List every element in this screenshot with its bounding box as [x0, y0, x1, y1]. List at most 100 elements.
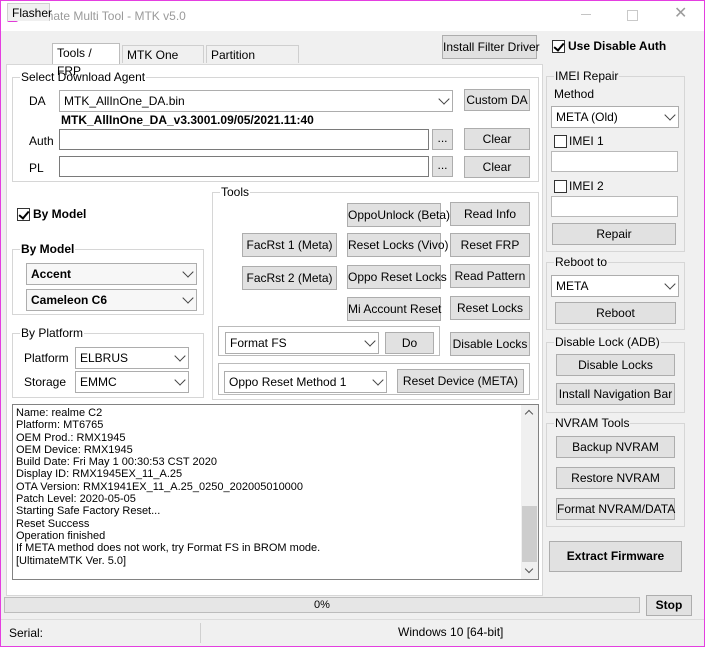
- da-select[interactable]: MTK_AllInOne_DA.bin: [59, 90, 453, 112]
- tools-frp-page: Select Download Agent DA MTK_AllInOne_DA…: [6, 64, 543, 596]
- nvram-tools-group: NVRAM Tools Backup NVRAM Restore NVRAM F…: [546, 416, 685, 527]
- oppo-unlock-beta-button[interactable]: OppoUnlock (Beta): [347, 203, 450, 227]
- imei-1-checkbox[interactable]: [554, 135, 567, 148]
- imei-repair-group: IMEI Repair Method META (Old) IMEI 1 IME…: [546, 69, 685, 252]
- model-select[interactable]: Cameleon C6: [26, 289, 197, 311]
- log-line: OEM Device: RMX1945: [16, 443, 133, 456]
- format-fs-box: Format FS Do: [218, 326, 440, 356]
- oppo-reset-locks-button[interactable]: Oppo Reset Locks: [347, 265, 447, 289]
- pl-input[interactable]: [59, 156, 429, 177]
- scroll-down-icon[interactable]: [524, 564, 534, 574]
- backup-nvram-button[interactable]: Backup NVRAM: [556, 436, 675, 458]
- reboot-to-group: Reboot to META Reboot: [546, 255, 685, 330]
- do-button[interactable]: Do: [385, 332, 434, 354]
- disable-locks-tools-button[interactable]: Disable Locks: [450, 332, 530, 356]
- tab-flasher[interactable]: Flasher: [7, 3, 52, 21]
- repair-button[interactable]: Repair: [552, 223, 676, 245]
- da-info: MTK_AllInOne_DA_v3.3001.09/05/2021.11:40: [61, 113, 314, 127]
- reboot-button[interactable]: Reboot: [555, 302, 676, 324]
- maximize-icon[interactable]: [627, 10, 638, 21]
- da-label: DA: [29, 94, 46, 108]
- log-output[interactable]: Name: realme C2 Platform: MT6765 OEM Pro…: [12, 404, 539, 580]
- chevron-down-icon: [182, 292, 194, 304]
- status-divider: [200, 623, 201, 643]
- imei-2-checkbox[interactable]: [554, 180, 567, 193]
- chevron-down-icon: [438, 93, 450, 105]
- log-line: Display ID: RMX1945EX_11_A.25: [16, 468, 183, 481]
- status-bar: Serial: Windows 10 [64-bit]: [1, 619, 704, 646]
- imei-1-input[interactable]: [551, 151, 678, 172]
- by-model-checkbox[interactable]: [17, 208, 30, 221]
- facrst-1-meta-button[interactable]: FacRst 1 (Meta): [242, 233, 337, 257]
- chevron-down-icon: [364, 335, 376, 347]
- oppo-reset-box: Oppo Reset Method 1 Reset Device (META): [218, 363, 530, 395]
- platform-label: Platform: [24, 351, 69, 365]
- os-info: Windows 10 [64-bit]: [398, 625, 504, 639]
- platform-select[interactable]: ELBRUS: [75, 347, 189, 369]
- install-filter-driver-button[interactable]: Install Filter Driver: [442, 35, 540, 59]
- title-bar: Ultimate Multi Tool - MTK v5.0 ✕: [1, 1, 704, 31]
- imei-method-select[interactable]: META (Old): [551, 106, 679, 128]
- tab-partition-manager[interactable]: Partition Manager: [206, 45, 299, 80]
- pl-label: PL: [29, 161, 44, 175]
- imei-2-input[interactable]: [551, 196, 678, 217]
- reboot-mode-select[interactable]: META: [551, 275, 679, 297]
- disable-lock-adb-legend: Disable Lock (ADB): [554, 335, 661, 349]
- reset-device-meta-button[interactable]: Reset Device (META): [397, 369, 524, 393]
- scrollbar-thumb[interactable]: [522, 506, 537, 562]
- disable-lock-adb-group: Disable Lock (ADB) Disable Locks Install…: [546, 335, 685, 413]
- minimize-icon[interactable]: [581, 14, 591, 15]
- by-model-checkbox-label: By Model: [33, 207, 87, 221]
- extract-firmware-button[interactable]: Extract Firmware: [549, 541, 682, 572]
- chevron-down-icon: [372, 374, 384, 386]
- log-line: If META method does not work, try Format…: [16, 542, 321, 555]
- mi-account-reset-button[interactable]: Mi Account Reset: [347, 297, 441, 321]
- install-navigation-bar-button[interactable]: Install Navigation Bar: [556, 383, 675, 405]
- chevron-down-icon: [174, 374, 186, 386]
- auth-browse-button[interactable]: ...: [432, 129, 453, 150]
- log-line: [UltimateMTK Ver. 5.0]: [16, 554, 127, 567]
- read-info-button[interactable]: Read Info: [450, 202, 530, 226]
- restore-nvram-button[interactable]: Restore NVRAM: [556, 467, 675, 489]
- by-model-legend: By Model: [20, 242, 76, 256]
- use-disable-auth-checkbox[interactable]: [552, 40, 565, 53]
- auth-clear-button[interactable]: Clear: [464, 128, 530, 150]
- imei-repair-legend: IMEI Repair: [554, 69, 620, 83]
- nvram-tools-legend: NVRAM Tools: [554, 416, 631, 430]
- serial-label: Serial:: [9, 626, 44, 640]
- log-line: Starting Safe Factory Reset...: [16, 505, 161, 518]
- stop-button[interactable]: Stop: [646, 595, 692, 616]
- disable-locks-adb-button[interactable]: Disable Locks: [556, 354, 675, 376]
- log-lines: Name: realme C2 Platform: MT6765 OEM Pro…: [16, 407, 521, 567]
- reset-frp-button[interactable]: Reset FRP: [450, 233, 530, 257]
- facrst-2-meta-button[interactable]: FacRst 2 (Meta): [242, 266, 337, 290]
- log-scrollbar[interactable]: [521, 405, 538, 579]
- pl-browse-button[interactable]: ...: [432, 156, 453, 177]
- reboot-to-legend: Reboot to: [554, 255, 609, 269]
- read-pattern-button[interactable]: Read Pattern: [450, 264, 530, 288]
- format-fs-select[interactable]: Format FS: [225, 332, 379, 354]
- reset-locks-vivo-button[interactable]: Reset Locks (Vivo): [347, 233, 448, 257]
- log-line: Platform: MT6765: [16, 419, 104, 432]
- storage-label: Storage: [24, 375, 67, 389]
- custom-da-button[interactable]: Custom DA: [464, 89, 530, 111]
- scroll-up-icon[interactable]: [524, 409, 534, 419]
- log-line: OEM Prod.: RMX1945: [16, 431, 126, 444]
- tab-tools-frp[interactable]: Tools / FRP: [52, 43, 120, 78]
- format-nvram-data-button[interactable]: Format NVRAM/DATA: [556, 498, 675, 520]
- by-platform-legend: By Platform: [20, 326, 85, 340]
- by-model-group: By Model Accent Cameleon C6: [12, 242, 204, 315]
- reset-locks-button[interactable]: Reset Locks: [450, 296, 530, 320]
- brand-select[interactable]: Accent: [26, 263, 197, 285]
- app-window: Ultimate Multi Tool - MTK v5.0 ✕ Flasher…: [0, 0, 705, 647]
- log-line: OTA Version: RMX1941EX_11_A.25_0250_2020…: [16, 480, 304, 493]
- pl-clear-button[interactable]: Clear: [464, 156, 530, 178]
- progress-text: 0%: [314, 599, 330, 611]
- oppo-reset-method-select[interactable]: Oppo Reset Method 1: [224, 371, 387, 393]
- log-line: Name: realme C2: [16, 407, 103, 419]
- storage-select[interactable]: EMMC: [75, 371, 189, 393]
- chevron-down-icon: [664, 278, 676, 290]
- tab-mtk-one-click[interactable]: MTK One Click: [122, 45, 204, 80]
- close-icon[interactable]: ✕: [674, 6, 687, 22]
- auth-input[interactable]: [59, 129, 429, 150]
